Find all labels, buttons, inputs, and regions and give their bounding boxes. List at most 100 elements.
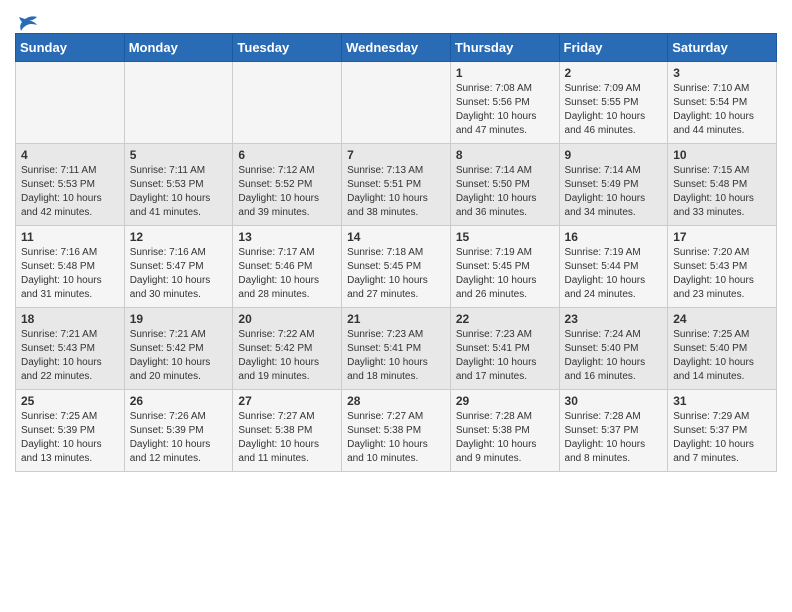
calendar-cell: 9 Sunrise: 7:14 AM Sunset: 5:49 PM Daylig… xyxy=(559,144,668,226)
calendar-cell: 11 Sunrise: 7:16 AM Sunset: 5:48 PM Dayli… xyxy=(16,226,125,308)
days-header-row: SundayMondayTuesdayWednesdayThursdayFrid… xyxy=(16,34,777,62)
day-info: Sunrise: 7:14 AM Sunset: 5:49 PM Dayligh… xyxy=(565,164,663,220)
day-number: 1 xyxy=(456,66,554,80)
day-number: 25 xyxy=(21,394,119,408)
day-number: 19 xyxy=(130,312,228,326)
day-info: Sunrise: 7:27 AM Sunset: 5:38 PM Dayligh… xyxy=(347,410,445,466)
calendar-cell: 8 Sunrise: 7:14 AM Sunset: 5:50 PM Daylig… xyxy=(450,144,559,226)
day-info: Sunrise: 7:19 AM Sunset: 5:44 PM Dayligh… xyxy=(565,246,663,302)
day-info: Sunrise: 7:19 AM Sunset: 5:45 PM Dayligh… xyxy=(456,246,554,302)
calendar-cell: 17 Sunrise: 7:20 AM Sunset: 5:43 PM Dayli… xyxy=(668,226,777,308)
day-number: 4 xyxy=(21,148,119,162)
day-number: 11 xyxy=(21,230,119,244)
calendar-cell: 5 Sunrise: 7:11 AM Sunset: 5:53 PM Daylig… xyxy=(124,144,233,226)
day-number: 14 xyxy=(347,230,445,244)
week-row-1: 1 Sunrise: 7:08 AM Sunset: 5:56 PM Daylig… xyxy=(16,62,777,144)
day-header-saturday: Saturday xyxy=(668,34,777,62)
day-info: Sunrise: 7:23 AM Sunset: 5:41 PM Dayligh… xyxy=(456,328,554,384)
day-number: 22 xyxy=(456,312,554,326)
day-info: Sunrise: 7:21 AM Sunset: 5:42 PM Dayligh… xyxy=(130,328,228,384)
day-number: 12 xyxy=(130,230,228,244)
calendar-cell: 1 Sunrise: 7:08 AM Sunset: 5:56 PM Daylig… xyxy=(450,62,559,144)
day-number: 8 xyxy=(456,148,554,162)
calendar-cell: 3 Sunrise: 7:10 AM Sunset: 5:54 PM Daylig… xyxy=(668,62,777,144)
calendar-cell: 13 Sunrise: 7:17 AM Sunset: 5:46 PM Dayli… xyxy=(233,226,342,308)
calendar-cell: 20 Sunrise: 7:22 AM Sunset: 5:42 PM Dayli… xyxy=(233,308,342,390)
day-info: Sunrise: 7:16 AM Sunset: 5:48 PM Dayligh… xyxy=(21,246,119,302)
logo xyxy=(15,10,39,29)
day-number: 6 xyxy=(238,148,336,162)
calendar-cell xyxy=(342,62,451,144)
day-number: 16 xyxy=(565,230,663,244)
calendar-cell: 27 Sunrise: 7:27 AM Sunset: 5:38 PM Dayli… xyxy=(233,390,342,472)
header xyxy=(15,10,777,29)
week-row-4: 18 Sunrise: 7:21 AM Sunset: 5:43 PM Dayli… xyxy=(16,308,777,390)
day-number: 7 xyxy=(347,148,445,162)
day-number: 3 xyxy=(673,66,771,80)
day-info: Sunrise: 7:17 AM Sunset: 5:46 PM Dayligh… xyxy=(238,246,336,302)
calendar-cell: 23Sunrise: 7:24 AM Sunset: 5:40 PM Dayli… xyxy=(559,308,668,390)
day-info: Sunrise: 7:09 AM Sunset: 5:55 PM Dayligh… xyxy=(565,82,663,138)
day-info: Sunrise: 7:28 AM Sunset: 5:37 PM Dayligh… xyxy=(565,410,663,466)
day-number: 28 xyxy=(347,394,445,408)
day-info: Sunrise: 7:11 AM Sunset: 5:53 PM Dayligh… xyxy=(21,164,119,220)
calendar-cell: 28 Sunrise: 7:27 AM Sunset: 5:38 PM Dayli… xyxy=(342,390,451,472)
day-info: Sunrise: 7:25 AM Sunset: 5:39 PM Dayligh… xyxy=(21,410,119,466)
day-info: Sunrise: 7:23 AM Sunset: 5:41 PM Dayligh… xyxy=(347,328,445,384)
day-info: Sunrise: 7:08 AM Sunset: 5:56 PM Dayligh… xyxy=(456,82,554,138)
calendar-cell: 29Sunrise: 7:28 AM Sunset: 5:38 PM Dayli… xyxy=(450,390,559,472)
calendar-cell: 15 Sunrise: 7:19 AM Sunset: 5:45 PM Dayli… xyxy=(450,226,559,308)
day-number: 20 xyxy=(238,312,336,326)
day-header-tuesday: Tuesday xyxy=(233,34,342,62)
day-info: Sunrise: 7:18 AM Sunset: 5:45 PM Dayligh… xyxy=(347,246,445,302)
calendar-cell: 21 Sunrise: 7:23 AM Sunset: 5:41 PM Dayli… xyxy=(342,308,451,390)
day-info: Sunrise: 7:22 AM Sunset: 5:42 PM Dayligh… xyxy=(238,328,336,384)
day-header-friday: Friday xyxy=(559,34,668,62)
day-number: 27 xyxy=(238,394,336,408)
day-number: 21 xyxy=(347,312,445,326)
day-header-wednesday: Wednesday xyxy=(342,34,451,62)
calendar-cell: 7 Sunrise: 7:13 AM Sunset: 5:51 PM Daylig… xyxy=(342,144,451,226)
day-info: Sunrise: 7:25 AM Sunset: 5:40 PM Dayligh… xyxy=(673,328,771,384)
calendar-cell: 22 Sunrise: 7:23 AM Sunset: 5:41 PM Dayli… xyxy=(450,308,559,390)
day-info: Sunrise: 7:21 AM Sunset: 5:43 PM Dayligh… xyxy=(21,328,119,384)
day-number: 30 xyxy=(565,394,663,408)
calendar-cell: 6 Sunrise: 7:12 AM Sunset: 5:52 PM Daylig… xyxy=(233,144,342,226)
calendar-cell: 10Sunrise: 7:15 AM Sunset: 5:48 PM Dayli… xyxy=(668,144,777,226)
week-row-2: 4 Sunrise: 7:11 AM Sunset: 5:53 PM Daylig… xyxy=(16,144,777,226)
week-row-5: 25 Sunrise: 7:25 AM Sunset: 5:39 PM Dayli… xyxy=(16,390,777,472)
day-info: Sunrise: 7:12 AM Sunset: 5:52 PM Dayligh… xyxy=(238,164,336,220)
week-row-3: 11 Sunrise: 7:16 AM Sunset: 5:48 PM Dayli… xyxy=(16,226,777,308)
day-number: 9 xyxy=(565,148,663,162)
day-number: 5 xyxy=(130,148,228,162)
day-info: Sunrise: 7:28 AM Sunset: 5:38 PM Dayligh… xyxy=(456,410,554,466)
logo-bird-icon xyxy=(17,15,39,33)
calendar-cell: 16 Sunrise: 7:19 AM Sunset: 5:44 PM Dayli… xyxy=(559,226,668,308)
calendar-cell: 25 Sunrise: 7:25 AM Sunset: 5:39 PM Dayli… xyxy=(16,390,125,472)
calendar-cell: 2Sunrise: 7:09 AM Sunset: 5:55 PM Daylig… xyxy=(559,62,668,144)
day-info: Sunrise: 7:13 AM Sunset: 5:51 PM Dayligh… xyxy=(347,164,445,220)
calendar-cell: 19 Sunrise: 7:21 AM Sunset: 5:42 PM Dayli… xyxy=(124,308,233,390)
calendar-cell: 14 Sunrise: 7:18 AM Sunset: 5:45 PM Dayli… xyxy=(342,226,451,308)
day-number: 15 xyxy=(456,230,554,244)
day-info: Sunrise: 7:26 AM Sunset: 5:39 PM Dayligh… xyxy=(130,410,228,466)
day-info: Sunrise: 7:20 AM Sunset: 5:43 PM Dayligh… xyxy=(673,246,771,302)
calendar-cell: 24 Sunrise: 7:25 AM Sunset: 5:40 PM Dayli… xyxy=(668,308,777,390)
day-number: 13 xyxy=(238,230,336,244)
calendar-cell: 12Sunrise: 7:16 AM Sunset: 5:47 PM Dayli… xyxy=(124,226,233,308)
calendar-table: SundayMondayTuesdayWednesdayThursdayFrid… xyxy=(15,33,777,472)
calendar-cell: 4 Sunrise: 7:11 AM Sunset: 5:53 PM Daylig… xyxy=(16,144,125,226)
day-info: Sunrise: 7:27 AM Sunset: 5:38 PM Dayligh… xyxy=(238,410,336,466)
day-info: Sunrise: 7:15 AM Sunset: 5:48 PM Dayligh… xyxy=(673,164,771,220)
day-number: 23 xyxy=(565,312,663,326)
day-info: Sunrise: 7:11 AM Sunset: 5:53 PM Dayligh… xyxy=(130,164,228,220)
day-info: Sunrise: 7:10 AM Sunset: 5:54 PM Dayligh… xyxy=(673,82,771,138)
calendar-cell: 18 Sunrise: 7:21 AM Sunset: 5:43 PM Dayli… xyxy=(16,308,125,390)
day-header-monday: Monday xyxy=(124,34,233,62)
day-number: 17 xyxy=(673,230,771,244)
day-header-sunday: Sunday xyxy=(16,34,125,62)
day-number: 24 xyxy=(673,312,771,326)
day-info: Sunrise: 7:14 AM Sunset: 5:50 PM Dayligh… xyxy=(456,164,554,220)
day-number: 18 xyxy=(21,312,119,326)
calendar-cell: 30 Sunrise: 7:28 AM Sunset: 5:37 PM Dayli… xyxy=(559,390,668,472)
